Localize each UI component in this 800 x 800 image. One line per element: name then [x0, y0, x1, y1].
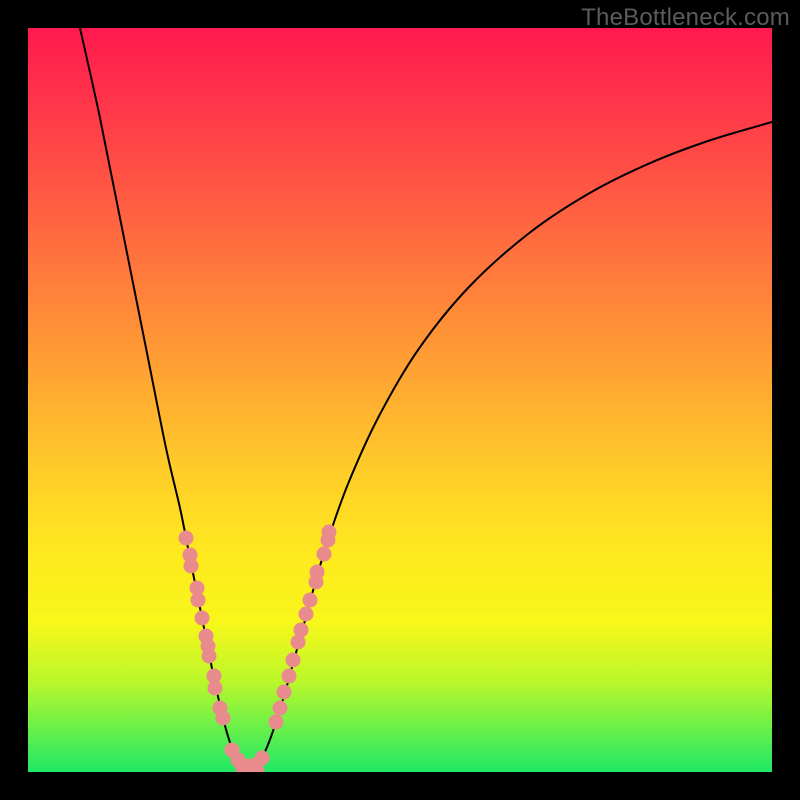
data-point: [179, 531, 194, 546]
data-point: [322, 525, 337, 540]
scatter-layer: [179, 525, 337, 773]
data-point: [303, 593, 318, 608]
data-point: [184, 559, 199, 574]
data-point: [255, 751, 270, 766]
outer-frame: TheBottleneck.com: [0, 0, 800, 800]
data-point: [286, 653, 301, 668]
curve-layer: [80, 28, 772, 771]
data-point: [299, 607, 314, 622]
data-point: [269, 715, 284, 730]
data-point: [208, 681, 223, 696]
data-point: [195, 611, 210, 626]
data-point: [216, 711, 231, 726]
data-point: [191, 593, 206, 608]
data-point: [310, 565, 325, 580]
data-point: [317, 547, 332, 562]
series-left-curve: [80, 28, 246, 770]
data-point: [277, 685, 292, 700]
plot-area: [28, 28, 772, 772]
data-point: [273, 701, 288, 716]
data-point: [282, 669, 297, 684]
data-point: [202, 649, 217, 664]
data-point: [294, 623, 309, 638]
series-right-curve: [253, 122, 772, 770]
chart-svg: [28, 28, 772, 772]
